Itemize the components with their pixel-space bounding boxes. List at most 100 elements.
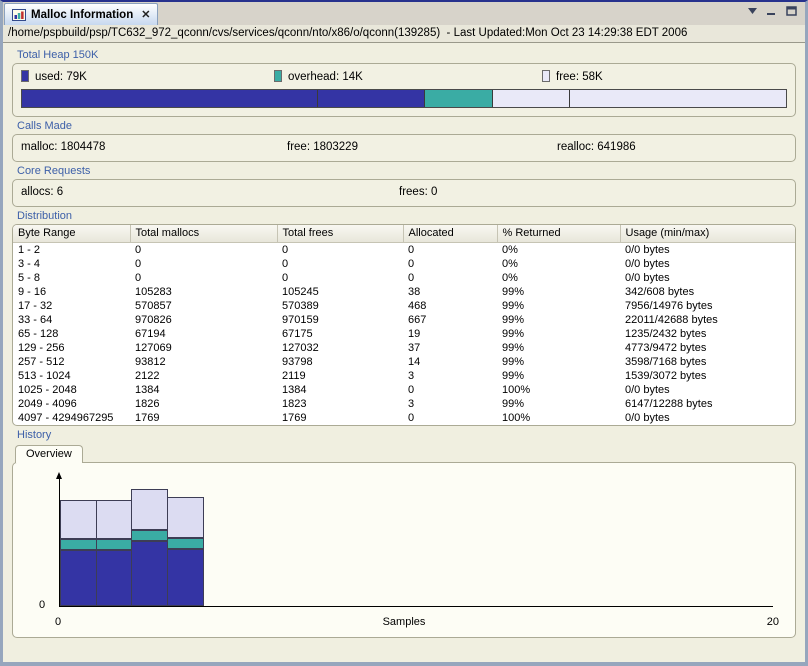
history-bar [60,500,97,606]
table-row[interactable]: 513 - 102421222119399%1539/3072 bytes [13,369,795,383]
table-cell: 0/0 bytes [620,271,795,285]
tab-overview[interactable]: Overview [15,445,83,463]
calls-made-title: Calls Made [17,120,796,132]
maximize-icon[interactable] [786,6,797,16]
malloc-content: Total Heap 150K used: 79K overhead: 14K … [3,43,805,662]
history-group: 0 0 Samples 20 [12,462,796,638]
column-header[interactable]: % Returned [497,225,620,242]
column-header[interactable]: Total frees [277,225,403,242]
table-row[interactable]: 257 - 51293812937981499%3598/7168 bytes [13,355,795,369]
table-cell: 5 - 8 [13,271,130,285]
table-cell: 3 [403,397,497,411]
table-cell: 67175 [277,327,403,341]
history-bars [60,479,773,606]
table-cell: 1539/3072 bytes [620,369,795,383]
table-cell: 3 [403,369,497,383]
table-cell: 19 [403,327,497,341]
table-cell: 0% [497,271,620,285]
heap-bar-segment [425,90,494,107]
distribution-table: Byte RangeTotal mallocsTotal freesAlloca… [13,225,795,425]
table-cell: 0/0 bytes [620,257,795,271]
view-toolbar [748,6,797,16]
legend-swatch [274,70,282,82]
minimize-icon[interactable] [766,6,777,16]
history-bar-segment-free [131,489,168,530]
table-cell: 513 - 1024 [13,369,130,383]
table-cell: 0% [497,242,620,257]
table-cell: 65 - 128 [13,327,130,341]
table-cell: 99% [497,313,620,327]
view-menu-icon[interactable] [748,8,757,14]
table-row[interactable]: 4097 - 4294967295176917690100%0/0 bytes [13,411,795,425]
table-cell: 970159 [277,313,403,327]
table-cell: 1384 [277,383,403,397]
history-bar-segment-overhead [131,530,168,541]
table-cell: 0 [403,271,497,285]
table-cell: 257 - 512 [13,355,130,369]
table-cell: 0 [403,242,497,257]
table-cell: 570389 [277,299,403,313]
table-cell: 99% [497,341,620,355]
realloc-count: realloc: 641986 [557,141,787,153]
column-header[interactable]: Byte Range [13,225,130,242]
history-chart [59,479,773,607]
table-cell: 0% [497,257,620,271]
table-cell: 0/0 bytes [620,411,795,425]
table-row[interactable]: 3 - 40000%0/0 bytes [13,257,795,271]
malloc-count: malloc: 1804478 [21,141,287,153]
legend-swatch [21,70,29,82]
table-cell: 4773/9472 bytes [620,341,795,355]
history-bar-segment-free [167,497,204,538]
table-row[interactable]: 1 - 20000%0/0 bytes [13,242,795,257]
table-row[interactable]: 2049 - 409618261823399%6147/12288 bytes [13,397,795,411]
total-heap-title: Total Heap 150K [17,49,796,61]
history-bar-segment-overhead [96,539,133,550]
table-cell: 2049 - 4096 [13,397,130,411]
table-cell: 100% [497,383,620,397]
table-row[interactable]: 65 - 12867194671751999%1235/2432 bytes [13,327,795,341]
table-cell: 99% [497,327,620,341]
close-icon[interactable]: ✕ [141,8,150,21]
table-cell: 99% [497,369,620,383]
history-bar-segment-used [131,541,168,606]
legend-overhead-label: overhead: 14K [288,71,363,83]
legend-item-free: free: 58K [542,70,787,83]
column-header[interactable]: Total mallocs [130,225,277,242]
table-row[interactable]: 1025 - 2048138413840100%0/0 bytes [13,383,795,397]
table-cell: 99% [497,285,620,299]
section-calls-made: Calls Made malloc: 1804478 free: 1803229… [12,120,796,162]
table-cell: 1769 [130,411,277,425]
table-cell: 105283 [130,285,277,299]
tab-malloc-information[interactable]: Malloc Information ✕ [4,3,158,25]
table-cell: 570857 [130,299,277,313]
table-cell: 2119 [277,369,403,383]
table-cell: 129 - 256 [13,341,130,355]
table-row[interactable]: 17 - 3257085757038946899%7956/14976 byte… [13,299,795,313]
heap-bar-segment [570,90,786,107]
target-path-status: /home/pspbuild/psp/TC632_972_qconn/cvs/s… [3,25,805,43]
table-row[interactable]: 33 - 6497082697015966799%22011/42688 byt… [13,313,795,327]
heap-bar-segment [22,90,318,107]
legend-used-label: used: 79K [35,71,87,83]
malloc-view-icon [12,8,26,22]
history-bar-segment-used [60,550,97,606]
history-bar-segment-overhead [60,539,97,550]
table-cell: 1826 [130,397,277,411]
column-header[interactable]: Usage (min/max) [620,225,795,242]
table-row[interactable]: 129 - 2561270691270323799%4773/9472 byte… [13,341,795,355]
column-header[interactable]: Allocated [403,225,497,242]
table-cell: 0 [277,271,403,285]
total-heap-group: used: 79K overhead: 14K free: 58K [12,63,796,117]
malloc-information-window: Malloc Information ✕ /home/pspbuild/psp/… [0,0,808,666]
table-cell: 6147/12288 bytes [620,397,795,411]
table-row[interactable]: 5 - 80000%0/0 bytes [13,271,795,285]
table-cell: 99% [497,299,620,313]
table-cell: 1769 [277,411,403,425]
table-row[interactable]: 9 - 161052831052453899%342/608 bytes [13,285,795,299]
heap-bar-segment [318,90,425,107]
table-cell: 14 [403,355,497,369]
tab-label: Malloc Information [31,9,133,21]
table-cell: 1384 [130,383,277,397]
history-bar-segment-overhead [167,538,204,549]
calls-made-group: malloc: 1804478 free: 1803229 realloc: 6… [12,134,796,162]
